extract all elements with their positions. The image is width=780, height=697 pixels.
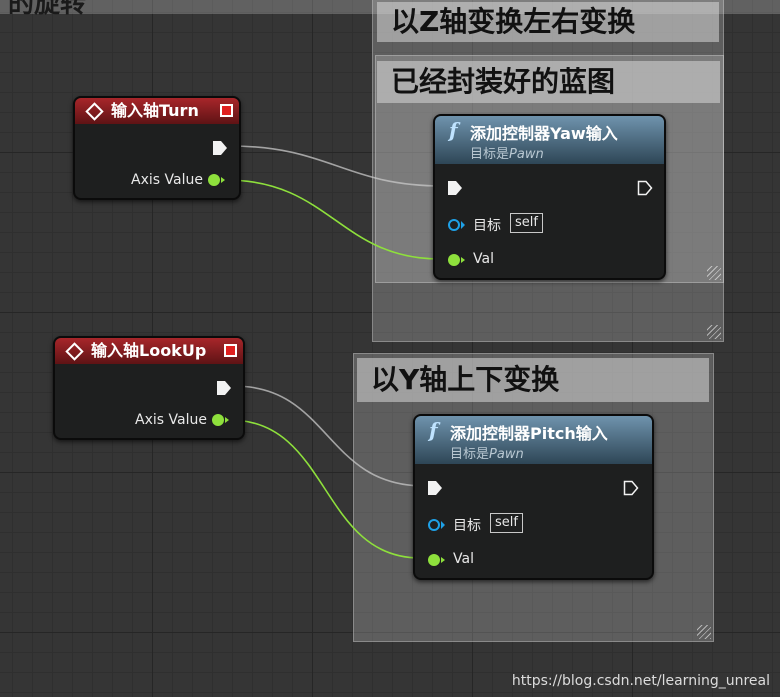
function-node-yaw-title: 添加控制器Yaw输入 xyxy=(470,124,618,143)
target-label: 目标 xyxy=(473,218,501,234)
event-node-lookup-header[interactable]: 输入轴LookUp xyxy=(55,338,243,364)
axis-value-label: Axis Value xyxy=(135,412,207,428)
self-value[interactable]: self xyxy=(490,513,523,533)
function-node-yaw-header[interactable]: f 添加控制器Yaw输入 目标是Pawn xyxy=(435,116,664,164)
subtitle-target: Pawn xyxy=(509,147,544,162)
function-icon: f xyxy=(429,418,438,442)
float-wire-lookup xyxy=(229,419,421,559)
axis-value-pin-icon[interactable] xyxy=(208,174,225,186)
val-label: Val xyxy=(453,551,474,567)
event-node-turn-title: 输入轴Turn xyxy=(111,101,199,120)
exec-wire-turn xyxy=(229,145,444,187)
val-pin-icon[interactable] xyxy=(428,554,445,566)
stop-icon xyxy=(224,344,237,357)
event-node-lookup-title: 输入轴LookUp xyxy=(91,341,207,360)
function-node-pitch-title: 添加控制器Pitch输入 xyxy=(450,424,608,443)
function-node-pitch[interactable]: f 添加控制器Pitch输入 目标是Pawn 目标 self Val xyxy=(413,414,654,580)
target-pin-icon[interactable] xyxy=(448,219,465,231)
function-icon: f xyxy=(449,118,458,142)
event-node-turn-header[interactable]: 输入轴Turn xyxy=(75,98,239,124)
subtitle-prefix: 目标是 xyxy=(470,147,510,162)
axis-value-label: Axis Value xyxy=(131,172,203,188)
float-wire-turn xyxy=(225,179,441,260)
event-node-lookup[interactable]: 输入轴LookUp Axis Value xyxy=(53,336,245,440)
subtitle-prefix: 目标是 xyxy=(450,447,490,462)
target-pin-icon[interactable] xyxy=(428,519,445,531)
val-label: Val xyxy=(473,251,494,267)
exec-wire-lookup xyxy=(233,385,425,487)
target-label: 目标 xyxy=(453,518,481,534)
function-node-pitch-header[interactable]: f 添加控制器Pitch输入 目标是Pawn xyxy=(415,416,652,464)
function-node-yaw[interactable]: f 添加控制器Yaw输入 目标是Pawn 目标 self Val xyxy=(433,114,666,280)
event-node-turn[interactable]: 输入轴Turn Axis Value xyxy=(73,96,241,200)
axis-value-pin-icon[interactable] xyxy=(212,414,229,426)
event-diamond-icon xyxy=(65,342,84,361)
function-node-pitch-subtitle: 目标是Pawn xyxy=(450,443,524,462)
event-diamond-icon xyxy=(85,102,104,121)
stop-icon xyxy=(220,104,233,117)
subtitle-target: Pawn xyxy=(489,447,524,462)
val-pin-icon[interactable] xyxy=(448,254,465,266)
watermark-url: https://blog.csdn.net/learning_unreal xyxy=(511,673,770,689)
blueprint-graph[interactable]: 的旋转 以Z轴变换左右变换 已经封装好的蓝图 以Y轴上下变换 输入轴Turn A… xyxy=(0,0,780,697)
self-value[interactable]: self xyxy=(510,213,543,233)
function-node-yaw-subtitle: 目标是Pawn xyxy=(470,143,544,162)
